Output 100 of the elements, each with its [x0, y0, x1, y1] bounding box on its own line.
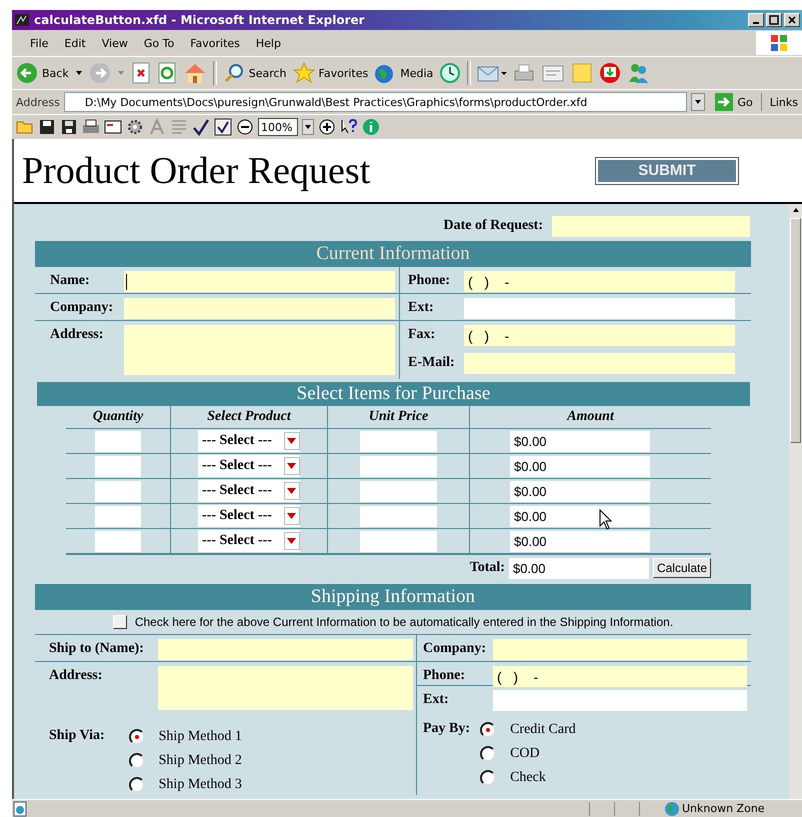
go-button[interactable]: Go	[709, 93, 762, 111]
save-icon[interactable]	[38, 118, 56, 136]
forward-icon[interactable]	[88, 62, 111, 84]
unit-price-field[interactable]	[360, 506, 437, 526]
save-icon[interactable]	[60, 118, 78, 136]
column-header: Amount	[566, 408, 616, 426]
field-label: Total:	[470, 560, 505, 576]
submit-button[interactable]: SUBMIT	[596, 158, 738, 184]
menu-item[interactable]: Help	[248, 36, 289, 50]
field-label: Date of Request:	[443, 218, 543, 234]
home-icon[interactable]	[182, 62, 207, 84]
field-label: Ship to (Name):	[48, 640, 145, 657]
address-field[interactable]	[158, 666, 413, 710]
help-pointer-icon[interactable]	[340, 118, 358, 136]
amount-field[interactable]: $0.00	[510, 530, 650, 552]
history-icon[interactable]	[439, 62, 462, 84]
print-icon[interactable]	[82, 118, 100, 136]
unit-price-field[interactable]	[360, 456, 437, 476]
form-icon[interactable]	[104, 118, 122, 136]
gear-icon[interactable]	[126, 118, 144, 136]
address-field[interactable]	[124, 325, 395, 375]
search-icon	[222, 62, 245, 84]
calculate-button[interactable]: Calculate	[652, 558, 711, 578]
quantity-field[interactable]	[95, 480, 141, 502]
search-button[interactable]: Search	[222, 62, 287, 84]
globe-icon	[664, 800, 680, 816]
ext-field[interactable]	[464, 298, 735, 319]
back-button[interactable]: Back	[16, 62, 69, 84]
radio-button[interactable]	[480, 746, 496, 762]
dropdown-arrow-icon[interactable]	[74, 69, 83, 77]
maximize-button[interactable]	[766, 13, 782, 27]
spell-check-icon[interactable]	[214, 118, 232, 136]
menu-item[interactable]: View	[94, 36, 136, 50]
menu-item[interactable]: File	[22, 36, 56, 50]
unit-price-field[interactable]	[360, 530, 437, 552]
unit-price-field[interactable]	[360, 430, 437, 452]
radio-label: Ship Method 3	[158, 776, 242, 792]
amount-field[interactable]: $0.00	[510, 480, 650, 502]
phone-field[interactable]: ( ) -	[464, 271, 735, 292]
product-dropdown[interactable]: --- Select ---	[198, 430, 300, 452]
radio-button[interactable]	[480, 770, 496, 786]
field-label: Company:	[422, 640, 488, 657]
menu-item[interactable]: Favorites	[182, 36, 248, 50]
scrollbar[interactable]	[789, 204, 802, 799]
amount-field[interactable]: $0.00	[510, 456, 650, 476]
zoom-in-icon[interactable]	[318, 118, 336, 136]
unit-price-field[interactable]	[360, 480, 437, 502]
radio-button[interactable]	[128, 776, 145, 792]
radio-button[interactable]	[128, 752, 145, 768]
minimize-button[interactable]	[748, 13, 764, 27]
zoom-field[interactable]: 100%	[258, 118, 298, 136]
field-label: Name:	[49, 272, 91, 289]
ship-to-name-field[interactable]	[158, 639, 413, 660]
column-header: Unit Price	[328, 406, 470, 428]
amount-field[interactable]: $0.00	[510, 430, 650, 452]
stop-icon[interactable]	[130, 62, 151, 84]
quantity-field[interactable]	[95, 506, 141, 526]
product-dropdown[interactable]: --- Select ---	[198, 455, 300, 477]
quantity-field[interactable]	[95, 530, 141, 552]
close-button[interactable]	[784, 13, 800, 27]
spell-check-icon[interactable]	[192, 118, 210, 136]
zoom-out-icon[interactable]	[236, 118, 254, 136]
total-field[interactable]: $0.00	[508, 558, 649, 578]
company-field[interactable]	[124, 298, 395, 319]
company-field[interactable]	[493, 639, 747, 660]
product-dropdown[interactable]: --- Select ---	[198, 505, 300, 527]
email-field[interactable]	[464, 353, 735, 374]
favorites-button[interactable]: Favorites	[292, 62, 368, 84]
column-header: Quantity	[66, 406, 171, 428]
quantity-field[interactable]	[95, 430, 141, 452]
column-header: Select Product	[171, 406, 328, 428]
close-icon	[787, 15, 797, 25]
menu-item[interactable]: Go To	[136, 36, 182, 50]
address-field[interactable]: D:\My Documents\Docs\puresign\Grunwald\Best Practices\Graphics\forms\productOrder.xfd	[64, 92, 688, 112]
minimize-icon	[753, 22, 759, 24]
product-dropdown[interactable]: --- Select ---	[198, 530, 300, 552]
radio-button[interactable]	[480, 722, 496, 738]
ext-field[interactable]	[493, 690, 747, 711]
messenger-icon[interactable]	[627, 62, 650, 84]
checkbox[interactable]	[112, 615, 127, 629]
fax-field[interactable]: ( ) -	[464, 325, 735, 346]
field-label: Phone:	[422, 667, 466, 684]
product-dropdown[interactable]: --- Select ---	[198, 480, 300, 502]
media-button[interactable]: Media	[374, 62, 434, 84]
date-field[interactable]	[552, 216, 750, 236]
section-header: Current Information	[35, 241, 751, 267]
download-icon[interactable]	[599, 62, 622, 84]
field-label: Ship Via:	[49, 727, 105, 744]
text-cursor	[126, 274, 127, 290]
field-label: Phone:	[407, 272, 451, 289]
radio-button[interactable]	[128, 728, 145, 744]
radio-label: Credit Card	[510, 722, 576, 738]
amount-field[interactable]: $0.00	[510, 506, 650, 526]
field-label: Address:	[49, 326, 104, 343]
radio-label: COD	[510, 746, 540, 762]
name-field[interactable]	[124, 271, 395, 292]
phone-field[interactable]: ( ) -	[493, 666, 747, 687]
quantity-field[interactable]	[95, 456, 141, 476]
menu-item[interactable]: Edit	[56, 36, 94, 50]
links-button[interactable]: Links	[766, 96, 802, 108]
